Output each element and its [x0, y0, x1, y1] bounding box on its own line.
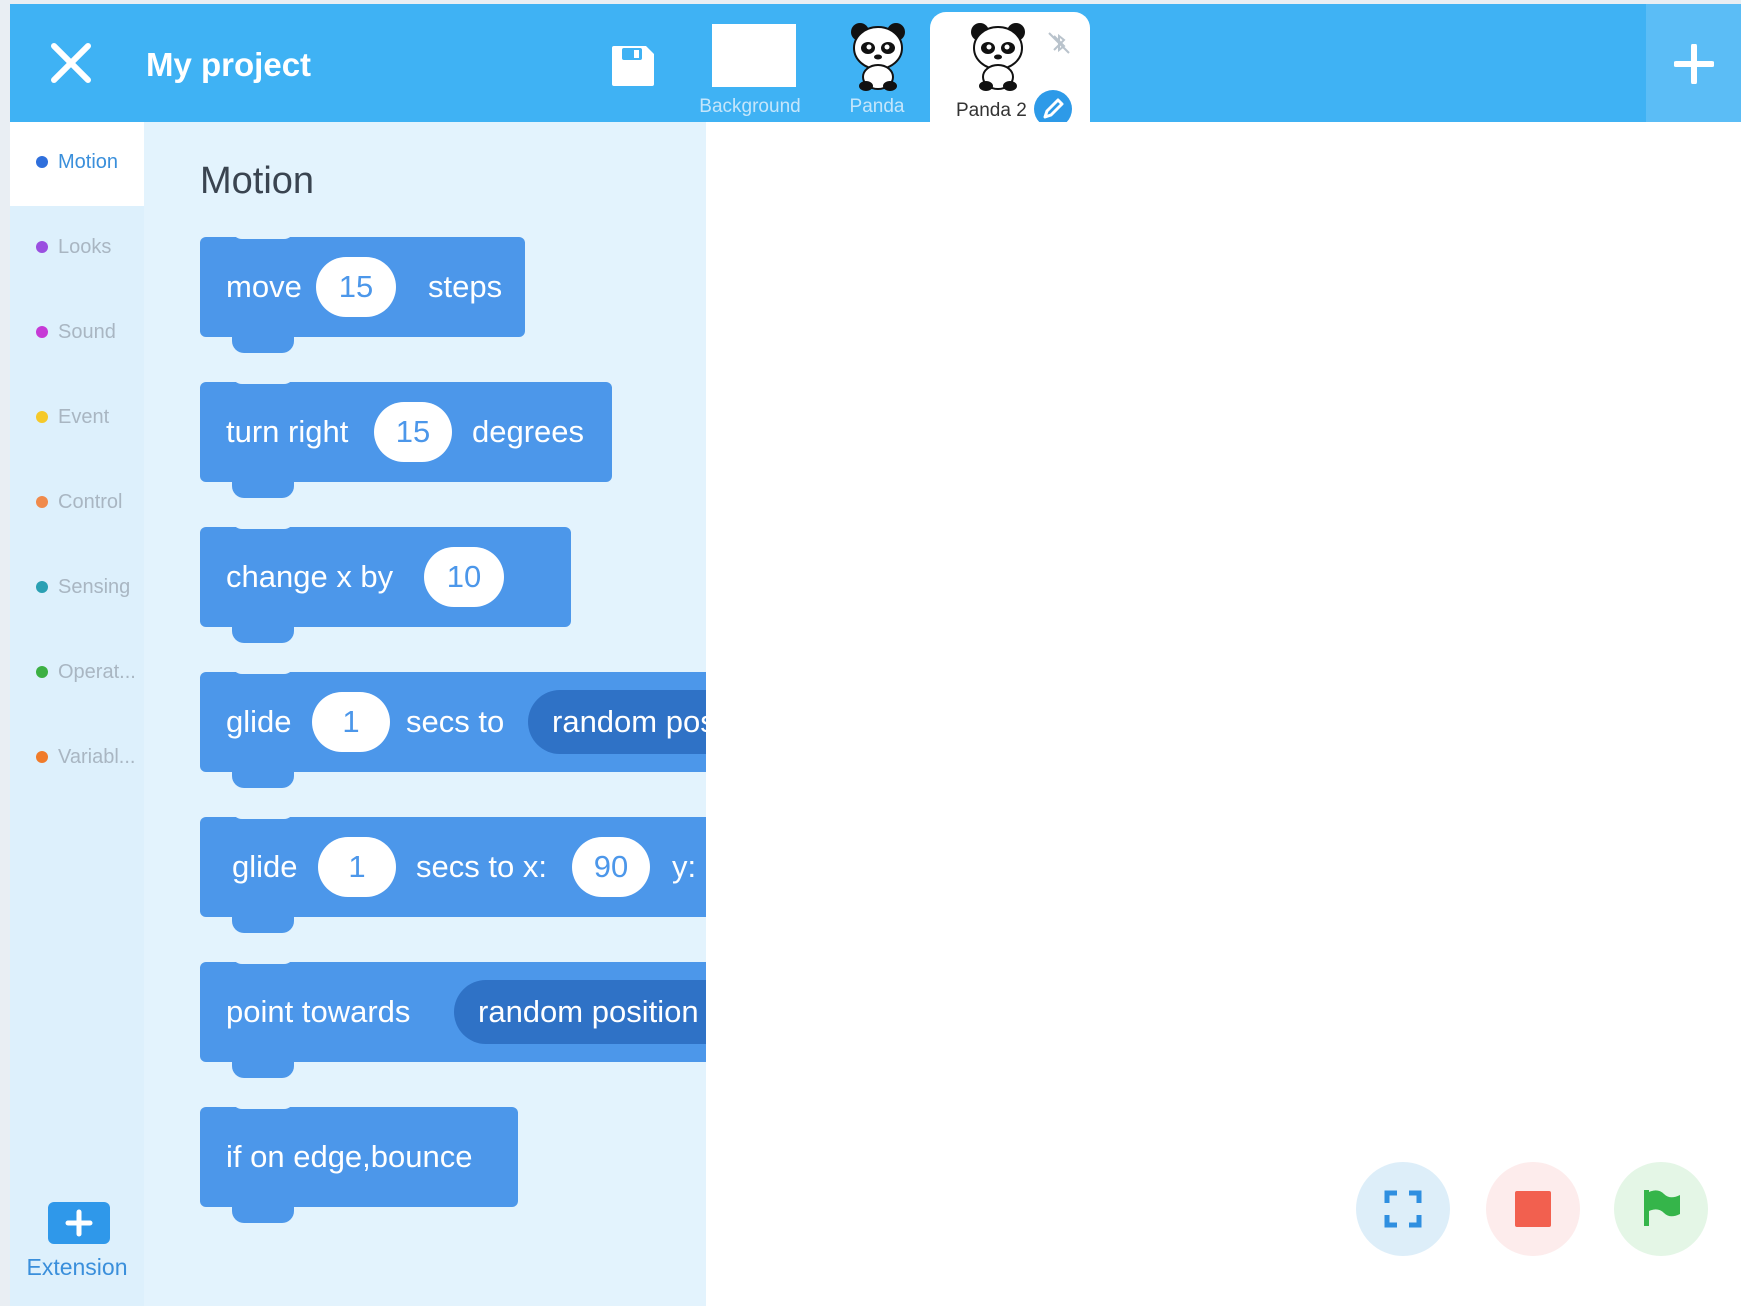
category-control[interactable]: Control — [10, 462, 144, 546]
block-label: secs to x: — [416, 849, 547, 884]
category-label: Sound — [58, 321, 116, 343]
category-dot — [36, 666, 48, 678]
secs-input[interactable]: 1 — [312, 692, 390, 752]
panda-icon — [971, 23, 1025, 91]
category-sensing[interactable]: Sensing — [10, 547, 144, 631]
app-window: My project Background Panda Panda 2 Moti… — [10, 4, 1741, 1306]
sprite-name: Panda — [849, 96, 905, 117]
block-if-on-edge-bounce[interactable]: if on edge,bounce — [200, 1097, 518, 1223]
add-sprite-button[interactable] — [1646, 4, 1741, 122]
fullscreen-button[interactable] — [1356, 1162, 1450, 1256]
category-dot — [36, 326, 48, 338]
green-flag-icon — [1644, 1190, 1680, 1226]
project-title[interactable]: My project — [146, 46, 311, 84]
block-change-x[interactable]: change x by 10 — [200, 517, 571, 643]
palette-heading: Motion — [200, 160, 315, 202]
category-variables[interactable]: Variabl... — [10, 717, 144, 801]
green-flag-button[interactable] — [1614, 1162, 1708, 1256]
top-bar: My project Background Panda Panda 2 — [10, 4, 1741, 128]
x-change-input[interactable]: 10 — [424, 547, 504, 607]
stop-icon — [1515, 1191, 1551, 1227]
block-label: glide — [226, 704, 292, 739]
extension-label: Extension — [26, 1254, 128, 1280]
panda-icon — [851, 23, 905, 91]
category-sidebar: Motion Looks Sound Event Control Sensing… — [10, 122, 144, 1306]
block-label: point towards — [226, 994, 411, 1029]
category-motion[interactable]: Motion — [10, 122, 144, 206]
category-label: Variabl... — [58, 746, 136, 768]
degrees-input[interactable]: 15 — [374, 402, 452, 462]
close-button[interactable] — [48, 40, 94, 86]
sprite-tab-panda-2[interactable]: Panda 2 — [930, 12, 1090, 128]
category-dot — [36, 751, 48, 763]
plus-icon — [1674, 44, 1714, 84]
category-label: Control — [58, 491, 123, 513]
save-button[interactable] — [610, 44, 656, 88]
category-label: Motion — [58, 151, 119, 173]
category-event[interactable]: Event — [10, 377, 144, 461]
block-label: turn right — [226, 414, 349, 449]
close-icon — [51, 43, 91, 83]
category-dot — [36, 241, 48, 253]
bluetooth-off-icon — [1048, 32, 1070, 54]
steps-input[interactable]: 15 — [316, 257, 396, 317]
block-label: if on edge,bounce — [226, 1139, 473, 1174]
block-palette: Motion move 15 steps turn right 15 degre… — [144, 122, 854, 1306]
add-extension-icon — [48, 1202, 110, 1244]
category-dot — [36, 156, 48, 168]
secs-input[interactable]: 1 — [318, 837, 396, 897]
block-label: y: — [672, 849, 697, 884]
block-label: glide — [232, 849, 298, 884]
block-turn-right[interactable]: turn right 15 degrees — [200, 372, 612, 498]
sprite-name: Background — [699, 96, 801, 117]
block-label: degrees — [472, 414, 585, 449]
block-label: move — [226, 269, 302, 304]
block-label: secs to — [406, 704, 505, 739]
block-move-steps[interactable]: move 15 steps — [200, 227, 525, 353]
category-looks[interactable]: Looks — [10, 207, 144, 291]
block-point-towards[interactable]: point towards random position — [200, 952, 785, 1078]
stage-area[interactable] — [706, 122, 1741, 1306]
fullscreen-icon — [1384, 1190, 1422, 1228]
background-thumbnail — [712, 24, 796, 87]
category-label: Sensing — [58, 576, 131, 598]
category-dot — [36, 581, 48, 593]
category-sound[interactable]: Sound — [10, 292, 144, 376]
category-dot — [36, 496, 48, 508]
sprite-tab-background[interactable]: Background — [690, 14, 810, 122]
category-operators[interactable]: Operat... — [10, 632, 144, 716]
block-label: steps — [428, 269, 503, 304]
floppy-disk-icon — [612, 46, 654, 86]
category-label: Looks — [58, 236, 112, 258]
category-label: Event — [58, 406, 110, 428]
dropdown-value: random position — [478, 994, 699, 1029]
x-input[interactable]: 90 — [572, 837, 650, 897]
block-label: change x by — [226, 559, 394, 594]
extension-button[interactable]: Extension — [10, 1182, 144, 1292]
sprite-tab-panda[interactable]: Panda — [822, 14, 932, 122]
category-label: Operat... — [58, 661, 136, 683]
stop-button[interactable] — [1486, 1162, 1580, 1256]
category-dot — [36, 411, 48, 423]
